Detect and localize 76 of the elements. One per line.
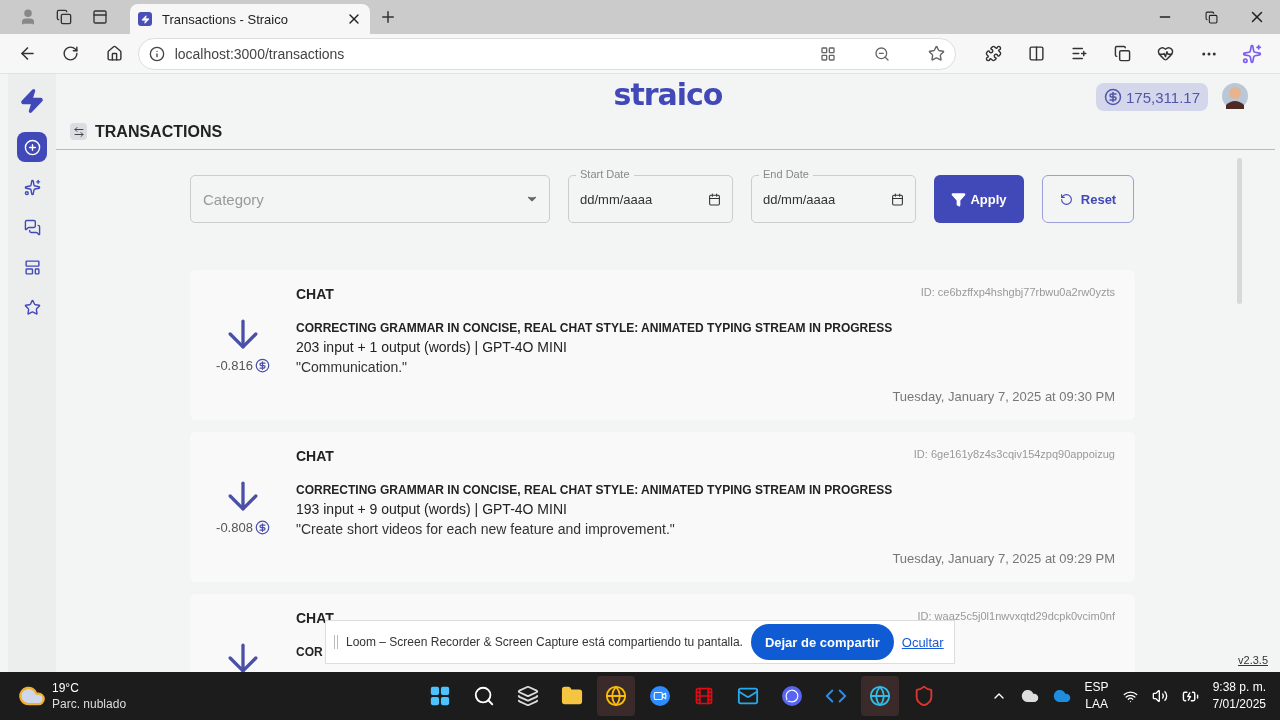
stop-sharing-button[interactable]: Dejar de compartir [750, 624, 894, 660]
wifi-icon[interactable] [1122, 688, 1138, 704]
search-icon [473, 685, 496, 707]
logo[interactable]: straico [613, 76, 723, 112]
field-label: Start Date [576, 167, 634, 181]
transaction-type: CHAT [296, 286, 334, 302]
avatar[interactable] [1222, 83, 1248, 109]
transaction-heading: COR [296, 645, 323, 659]
folder-icon [561, 685, 584, 707]
start-date-field[interactable]: Start Date dd/mm/aaaa [568, 167, 733, 223]
page-title: TRANSACTIONS [95, 122, 223, 141]
transaction-type: CHAT [296, 610, 334, 626]
zoom-out-icon[interactable] [873, 45, 890, 62]
dollar-icon [1104, 88, 1123, 106]
taskbar-app[interactable] [597, 676, 636, 716]
chat-icon [782, 686, 803, 706]
usage-text: 203 input + 1 output (words) | GPT-4O MINI [296, 339, 568, 355]
transaction-id: ID: waaz5c5j0l1nwvxqtd29dcpk0vcim0nf [917, 610, 1115, 624]
transaction-id: ID: 6ge161y8z4s3cqiv154zpq90appoizug [913, 448, 1115, 462]
end-date-field[interactable]: End Date dd/mm/aaaa [751, 167, 916, 223]
sparkle-icon [23, 178, 41, 196]
browser-icon [605, 685, 628, 707]
grip-icon[interactable] [334, 635, 338, 649]
field-label: End Date [759, 167, 813, 181]
address-bar[interactable]: localhost:3000/transactions [137, 37, 956, 70]
mail-icon [737, 685, 760, 707]
apps-icon[interactable] [819, 45, 836, 62]
dollar-icon [254, 520, 270, 535]
keyboard-layout[interactable]: LAA [1085, 696, 1108, 713]
balance-amount: 175,311.17 [1126, 88, 1200, 106]
amount: -0.808 [216, 520, 253, 535]
browser-tab[interactable]: Transactions - Straico [130, 4, 370, 34]
sidebar-item[interactable] [17, 132, 47, 162]
version-text: v2.3.5 [1238, 654, 1268, 666]
usage-text: 193 input + 9 output (words) | GPT-4O MINI [296, 501, 568, 517]
transaction-type: CHAT [296, 448, 334, 464]
amount: -0.816 [216, 358, 253, 373]
add-icon [23, 138, 41, 156]
bolt-logo-icon[interactable] [19, 88, 45, 114]
film-icon [694, 686, 715, 706]
chat-icon [23, 218, 41, 236]
transaction-heading: CORRECTING GRAMMAR IN CONCISE, REAL CHAT STYLE: ANIMATED TYPING STREAM IN PROGRESS [296, 321, 893, 335]
share-message: Loom – Screen Recorder & Screen Capture está compartiendo tu pantalla. [346, 635, 743, 649]
hide-link[interactable]: Ocultar [901, 634, 944, 650]
reset-icon [1059, 192, 1073, 206]
volume-icon[interactable] [1151, 688, 1168, 704]
transaction-date: Tuesday, January 7, 2025 at 09:29 PM [892, 551, 1115, 566]
browser-icon [869, 685, 892, 707]
bolt-icon [138, 12, 152, 26]
reset-button[interactable]: Reset [1042, 175, 1134, 223]
task-view-icon [517, 685, 540, 707]
language[interactable]: ESP [1084, 679, 1109, 696]
clock-time[interactable]: 9:38 p. m. [1212, 679, 1266, 696]
star-icon [23, 298, 41, 316]
message-text: "Communication." [296, 359, 409, 375]
temperature[interactable]: 19°C [52, 680, 127, 696]
transaction-id: ID: ce6bzffxp4hshgbj77rbwu0a2rw0yzts [920, 286, 1115, 300]
taskbar-app[interactable] [861, 676, 900, 716]
transaction-date: Tuesday, January 7, 2025 at 09:30 PM [892, 389, 1115, 404]
apply-button[interactable]: Apply [934, 175, 1024, 223]
cloud-icon[interactable] [1020, 687, 1039, 705]
calendar-icon[interactable] [891, 192, 904, 206]
calendar-icon[interactable] [708, 192, 721, 206]
transfer-icon [70, 123, 87, 140]
dollar-icon [254, 358, 270, 373]
favorite-icon[interactable] [927, 45, 945, 62]
info-icon[interactable] [148, 45, 165, 62]
filter-icon [951, 191, 967, 207]
weather-condition[interactable]: Parc. nublado [52, 696, 127, 712]
scrollbar[interactable] [1237, 158, 1242, 304]
clock-date[interactable]: 7/01/2025 [1212, 696, 1266, 713]
transaction-heading: CORRECTING GRAMMAR IN CONCISE, REAL CHAT STYLE: ANIMATED TYPING STREAM IN PROGRESS [296, 483, 893, 497]
layout-icon [23, 258, 41, 276]
windows-icon [429, 685, 452, 707]
video-call-icon [650, 686, 671, 706]
message-text: "Create short videos for each new feature and improvement." [296, 521, 676, 537]
